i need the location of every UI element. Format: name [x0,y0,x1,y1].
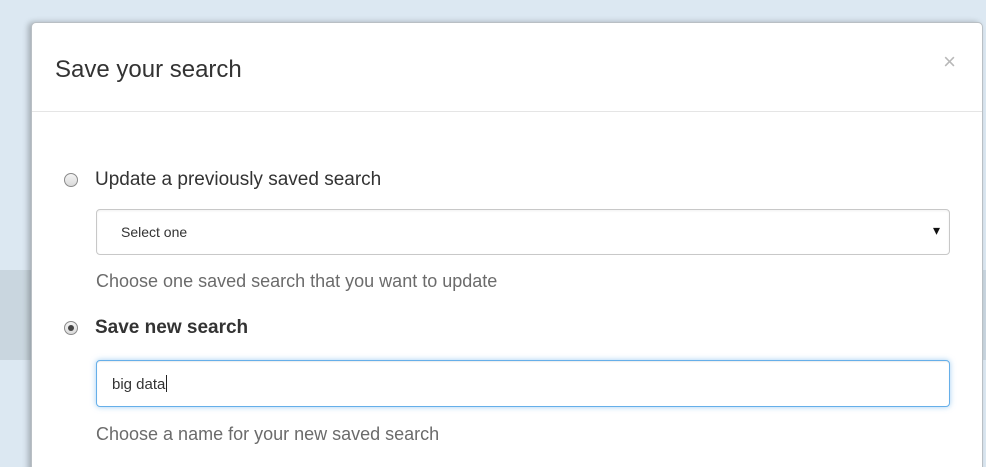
close-icon[interactable]: × [943,51,956,73]
update-search-label[interactable]: Update a previously saved search [95,169,381,191]
update-search-radio[interactable] [64,173,78,187]
new-search-radio[interactable] [64,321,78,335]
new-search-name-text: big data [112,376,166,393]
text-cursor [166,375,168,392]
new-search-help: Choose a name for your new saved search [96,424,440,444]
new-search-name-input[interactable]: big data [96,360,950,407]
new-search-label[interactable]: Save new search [95,317,248,339]
modal-title: Save your search [55,56,242,83]
update-search-help: Choose one saved search that you want to… [96,271,498,291]
new-search-option[interactable]: Save new search [64,317,248,339]
new-search-name-value: big data [112,375,168,393]
saved-search-select-value: Select one [121,224,188,240]
chevron-down-icon: ▾ [932,222,940,238]
modal-header: Save your search × [32,23,982,112]
update-search-option[interactable]: Update a previously saved search [64,169,381,191]
saved-search-select[interactable]: Select one ▾ [96,209,950,255]
save-search-modal: Save your search × Update a previously s… [31,22,983,467]
